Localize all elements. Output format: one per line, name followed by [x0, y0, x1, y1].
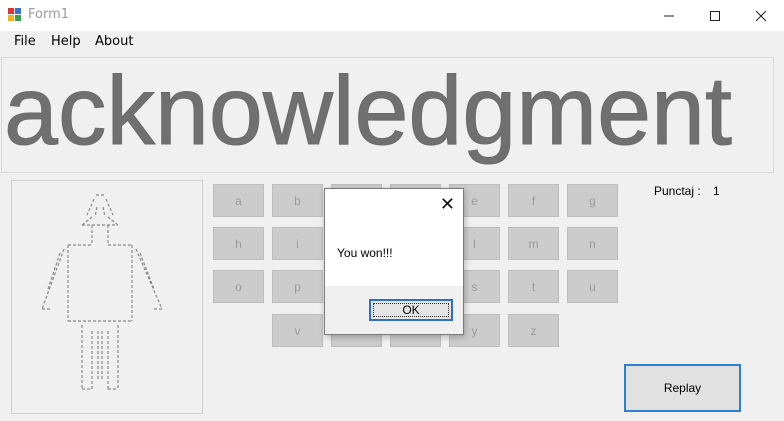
message-dialog: ✕ You won!!! OK: [324, 188, 464, 335]
letter-key-n[interactable]: n: [567, 227, 618, 260]
title-bar: Form1: [0, 0, 784, 31]
app-icon: [8, 8, 22, 22]
letter-key-g[interactable]: g: [567, 184, 618, 217]
replay-button[interactable]: Replay: [624, 364, 741, 412]
close-icon: ✕: [439, 194, 455, 215]
letter-key-v[interactable]: v: [272, 314, 323, 347]
close-icon: [755, 10, 767, 21]
close-button[interactable]: [738, 0, 784, 31]
letter-key-p[interactable]: p: [272, 270, 323, 303]
score-value: 1: [713, 184, 720, 198]
score-label: Punctaj :: [654, 184, 701, 198]
maximize-button[interactable]: [692, 0, 738, 31]
dialog-close-button[interactable]: ✕: [440, 194, 455, 215]
letter-key-a[interactable]: a: [213, 184, 264, 217]
minimize-icon: [664, 15, 674, 16]
letter-key-h[interactable]: h: [213, 227, 264, 260]
menu-bar: File Help About: [0, 31, 784, 53]
letter-key-f[interactable]: f: [508, 184, 559, 217]
word-panel: acknowledgment: [1, 57, 774, 173]
letter-key-u[interactable]: u: [567, 270, 618, 303]
guessed-word: acknowledgment: [4, 57, 733, 165]
menu-about[interactable]: About: [95, 34, 133, 49]
dialog-message: You won!!!: [337, 246, 393, 260]
minimize-button[interactable]: [646, 0, 692, 31]
letter-key-i[interactable]: i: [272, 227, 323, 260]
letter-key-z[interactable]: z: [508, 314, 559, 347]
ok-button[interactable]: OK: [369, 299, 453, 321]
menu-help[interactable]: Help: [51, 34, 81, 49]
hangman-panel: [11, 180, 203, 414]
hangman-figure: [41, 194, 163, 390]
letter-key-t[interactable]: t: [508, 270, 559, 303]
menu-file[interactable]: File: [14, 34, 36, 49]
letter-key-o[interactable]: o: [213, 270, 264, 303]
letter-key-m[interactable]: m: [508, 227, 559, 260]
window-title: Form1: [28, 7, 70, 22]
dialog-footer: OK: [325, 286, 463, 334]
letter-key-b[interactable]: b: [272, 184, 323, 217]
maximize-icon: [710, 10, 720, 21]
